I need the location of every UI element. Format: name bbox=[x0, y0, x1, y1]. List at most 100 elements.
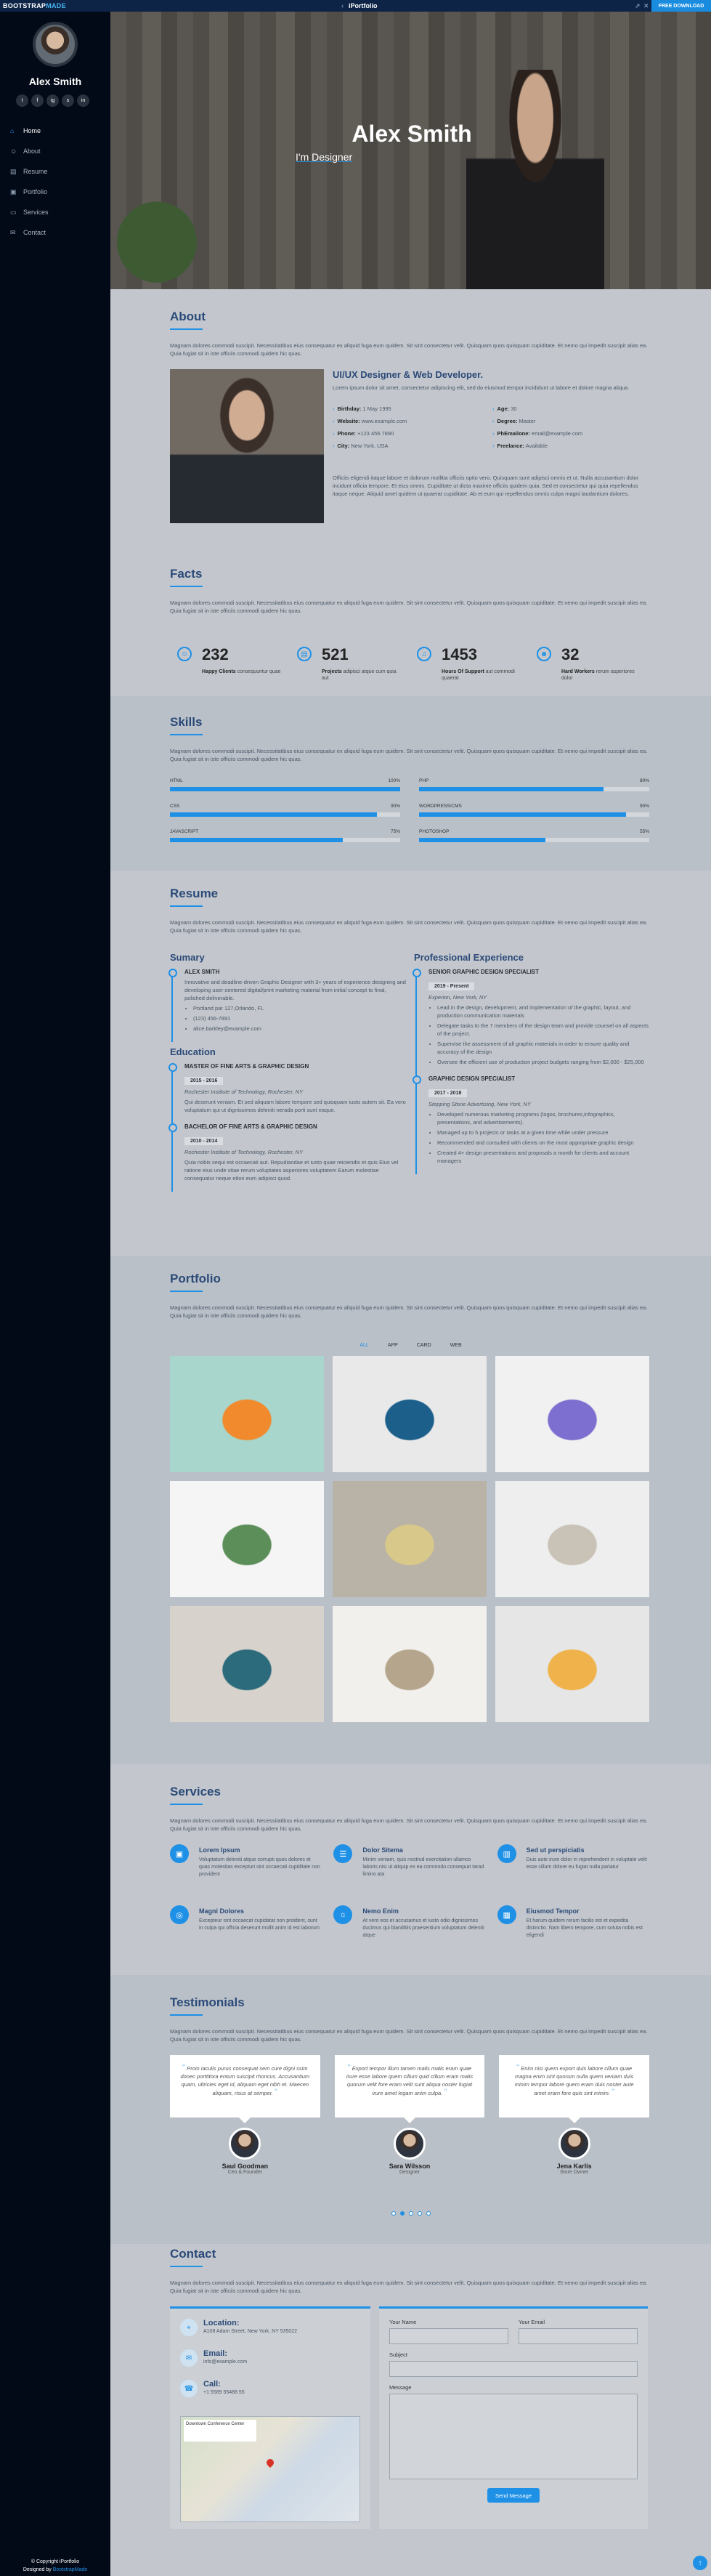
info-text[interactable]: info@example.com bbox=[203, 2359, 360, 2365]
nav-item-resume[interactable]: ▤ Resume bbox=[0, 161, 110, 182]
message-textarea[interactable] bbox=[389, 2394, 638, 2479]
nav-item-portfolio[interactable]: ▣ Portfolio bbox=[0, 182, 110, 202]
pagination-dot[interactable] bbox=[399, 2211, 405, 2216]
info-text[interactable]: +1 5589 55488 55 bbox=[203, 2390, 360, 2395]
nav-item-services[interactable]: ▭ Services bbox=[0, 202, 110, 222]
service-title[interactable]: Magni Dolores bbox=[199, 1907, 322, 1915]
avatar bbox=[33, 22, 78, 67]
send-message-button[interactable]: Send Message bbox=[487, 2488, 540, 2503]
sidebar-name: Alex Smith bbox=[28, 76, 82, 87]
skills-grid: HTML 100% PHP 80% CSS 90% WordPress/CMS 90% Java… bbox=[170, 778, 649, 855]
service-item: ☼ Nemo Enim At vero eos et accusamus et iu… bbox=[333, 1905, 485, 1949]
location-map[interactable]: Downtown Conference Center bbox=[180, 2416, 360, 2522]
subject-input[interactable] bbox=[389, 2361, 638, 2377]
fact-label: Happy Clients consequuntur quae bbox=[202, 669, 281, 674]
portfolio-item[interactable] bbox=[333, 1606, 487, 1722]
social-links: t f ig s in bbox=[16, 94, 89, 107]
filter-card[interactable]: CARD bbox=[413, 1341, 436, 1349]
service-title[interactable]: Lorem Ipsum bbox=[199, 1846, 322, 1854]
section-lead: Magnam dolores commodi suscipit. Necessi… bbox=[170, 342, 648, 357]
fact-label: Hard Workers rerum asperiores dolor bbox=[561, 669, 635, 681]
service-title[interactable]: Sed ut perspiciatis bbox=[527, 1846, 649, 1854]
about-details: › Birthday: 1 May 1995 › Age: 30 › Website:… bbox=[333, 405, 652, 449]
chevron-left-icon[interactable]: ‹ bbox=[341, 2, 344, 9]
summary-text: Innovative and deadline-driven Graphic D… bbox=[184, 979, 406, 1001]
brand-logo[interactable]: BOOTSTRAPMADE bbox=[3, 2, 66, 9]
name-input[interactable] bbox=[389, 2328, 508, 2344]
item-title: Senior graphic design specialist bbox=[428, 969, 540, 975]
portfolio-item[interactable] bbox=[333, 1356, 487, 1472]
fact-label: Hours Of Support aut commodi quaerat bbox=[442, 669, 515, 681]
filter-all[interactable]: ALL bbox=[355, 1341, 373, 1349]
portfolio-item[interactable] bbox=[495, 1606, 649, 1722]
testimonial-item: “ Export tempor illum tamen malis malis … bbox=[334, 2055, 485, 2193]
service-title[interactable]: Nemo Enim bbox=[362, 1907, 485, 1915]
nav-item-about[interactable]: ☺ About bbox=[0, 141, 110, 161]
fact-item: ♫ 1453 Hours Of Support aut commodi quaera… bbox=[410, 645, 529, 689]
free-download-button[interactable]: FREE DOWNLOAD bbox=[651, 0, 711, 12]
quote-right-icon: ” bbox=[444, 2087, 447, 2097]
pagination-dot[interactable] bbox=[391, 2211, 396, 2216]
quote-left-icon: “ bbox=[516, 2062, 520, 2072]
contact-form: Your Name Your Email Subject Message Sen… bbox=[379, 2306, 648, 2529]
portfolio-item[interactable] bbox=[170, 1481, 324, 1597]
skill-percent: 90% bbox=[639, 804, 649, 809]
pagination-dot[interactable] bbox=[417, 2211, 422, 2216]
detail-item: › Website: www.example.com bbox=[333, 418, 407, 424]
journal-icon: ▤ bbox=[297, 647, 312, 661]
skype-icon[interactable]: s bbox=[62, 94, 74, 107]
quote-left-icon: “ bbox=[347, 2062, 351, 2072]
map-pin-icon[interactable] bbox=[264, 2457, 276, 2468]
item-desc: Qui deserunt veniam. Et sed aliquam labo… bbox=[184, 1099, 406, 1113]
external-link-icon[interactable]: ⇗ bbox=[635, 2, 641, 10]
portfolio-item[interactable] bbox=[170, 1606, 324, 1722]
skill-percent: 75% bbox=[390, 829, 400, 834]
person-icon: ☺ bbox=[10, 148, 17, 155]
skill-name: HTML bbox=[170, 778, 183, 783]
hero-section: Alex Smith I'm Designer bbox=[110, 12, 711, 289]
facebook-icon[interactable]: f bbox=[31, 94, 44, 107]
service-desc: Duis aute irure dolor in reprehenderit i… bbox=[526, 1857, 647, 1870]
filter-web[interactable]: WEB bbox=[446, 1341, 466, 1349]
info-heading: Location: bbox=[203, 2319, 240, 2327]
geo-icon: ⌖ bbox=[180, 2319, 198, 2336]
item-bullet: Managed up to 5 projects or tasks at a g… bbox=[437, 1128, 650, 1136]
linkedin-icon[interactable]: in bbox=[77, 94, 89, 107]
nav-item-home[interactable]: ⌂ Home bbox=[0, 121, 110, 141]
headset-icon: ♫ bbox=[417, 647, 431, 661]
instagram-icon[interactable]: ig bbox=[46, 94, 59, 107]
services-section: Services Magnam dolores commodi suscipit… bbox=[110, 1764, 711, 1975]
fact-number: 1453 bbox=[442, 645, 477, 663]
portfolio-item[interactable] bbox=[170, 1356, 324, 1472]
pagination-dot[interactable] bbox=[426, 2211, 431, 2216]
service-desc: Et harum quidem rerum facilis est et exp… bbox=[526, 1918, 643, 1938]
calendar-icon: ▦ bbox=[497, 1905, 516, 1924]
pagination-dot[interactable] bbox=[408, 2211, 413, 2216]
service-title[interactable]: Dolor Sitema bbox=[362, 1846, 485, 1854]
twitter-icon[interactable]: t bbox=[16, 94, 28, 107]
portfolio-item[interactable] bbox=[333, 1481, 487, 1597]
side-nav: ⌂ Home ☺ About ▤ Resume ▣ Portfolio ▭ Service… bbox=[0, 121, 110, 243]
fact-number: 32 bbox=[561, 645, 580, 663]
footer-copyright: © Copyright iPortfolio Designed by Boots… bbox=[0, 2558, 110, 2574]
skill-item: Photoshop 55% bbox=[419, 829, 649, 855]
service-desc: Minim veniam, quis nostrud exercitation … bbox=[362, 1857, 484, 1877]
skill-name: WordPress/CMS bbox=[419, 804, 462, 809]
portfolio-item[interactable] bbox=[495, 1356, 649, 1472]
experience-heading: Professional Experience bbox=[414, 952, 524, 963]
testimonial-item: “ Proin iaculis purus consequat sem cure… bbox=[170, 2055, 320, 2193]
filter-app[interactable]: APP bbox=[383, 1341, 402, 1349]
close-icon[interactable]: ✕ bbox=[643, 2, 649, 10]
scroll-top-button[interactable]: ↑ bbox=[693, 2556, 707, 2570]
fact-number: 232 bbox=[202, 645, 229, 663]
designer-link[interactable]: BootstrapMade bbox=[53, 2567, 87, 2572]
service-title[interactable]: Eiusmod Tempor bbox=[527, 1907, 649, 1915]
portfolio-item[interactable] bbox=[495, 1481, 649, 1597]
nav-item-contact[interactable]: ✉ Contact bbox=[0, 222, 110, 243]
email-input[interactable] bbox=[519, 2328, 638, 2344]
section-lead: Magnam dolores commodi suscipit. Necessi… bbox=[170, 599, 648, 614]
summary-list: Portland par 127,Orlando, FL (123) 456-78… bbox=[184, 1004, 406, 1033]
hero-portrait-image bbox=[466, 70, 604, 289]
info-heading: Email: bbox=[203, 2349, 228, 2358]
section-title: Resume bbox=[170, 887, 219, 907]
